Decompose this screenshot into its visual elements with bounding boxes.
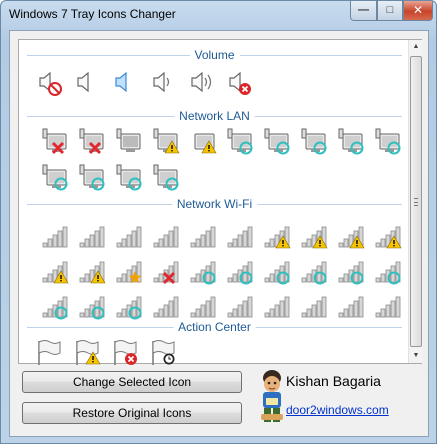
scroll-thumb[interactable] — [410, 56, 422, 347]
section-lan: Network LAN — [27, 109, 402, 123]
wifi-icon[interactable] — [335, 291, 365, 321]
wifi-icon[interactable] — [76, 221, 106, 251]
wifi-warning-icon[interactable] — [39, 256, 69, 286]
wifi-warning-icon[interactable] — [76, 256, 106, 286]
flag-warning-icon[interactable] — [71, 337, 101, 367]
wifi-busy-icon[interactable] — [39, 291, 69, 321]
author-mascot-icon — [261, 370, 283, 422]
wifi-star-icon[interactable] — [113, 256, 143, 286]
lan-busy-icon[interactable] — [76, 162, 106, 192]
wifi-busy-icon[interactable] — [113, 291, 143, 321]
wifi-icon[interactable] — [298, 291, 328, 321]
flag-icon[interactable] — [33, 337, 63, 367]
wifi-busy-icon[interactable] — [372, 256, 402, 286]
lan-error-icon[interactable] — [76, 126, 106, 156]
wifi-icon[interactable] — [224, 291, 254, 321]
speaker-selected-icon[interactable] — [109, 67, 139, 97]
wifi-busy-icon[interactable] — [76, 291, 106, 321]
window-title: Windows 7 Tray Icons Changer — [9, 7, 176, 21]
wifi-icon[interactable] — [39, 221, 69, 251]
wifi-warning-icon[interactable] — [298, 221, 328, 251]
maximize-icon: □ — [386, 4, 394, 16]
maximize-button[interactable]: □ — [377, 1, 403, 21]
close-button[interactable]: ✕ — [403, 1, 433, 21]
wifi-icon[interactable] — [224, 221, 254, 251]
speaker-muted-icon[interactable] — [33, 67, 63, 97]
wifi-warning-icon[interactable] — [372, 221, 402, 251]
grip-icon — [414, 198, 418, 206]
section-wifi-label: Network Wi-Fi — [171, 197, 258, 211]
lan-busy-icon[interactable] — [150, 162, 180, 192]
author-website-link[interactable]: door2windows.com — [286, 403, 389, 417]
section-volume: Volume — [27, 48, 402, 62]
lan-busy-icon[interactable] — [261, 126, 291, 156]
wifi-busy-icon[interactable] — [224, 256, 254, 286]
wifi-icon[interactable] — [372, 291, 402, 321]
lan-error-icon[interactable] — [39, 126, 69, 156]
section-action-label: Action Center — [173, 320, 256, 334]
lan-off-icon[interactable] — [113, 126, 143, 156]
wifi-icon[interactable] — [187, 221, 217, 251]
section-volume-label: Volume — [189, 48, 240, 62]
lan-busy-icon[interactable] — [298, 126, 328, 156]
section-wifi: Network Wi-Fi — [27, 197, 402, 211]
wifi-warning-icon[interactable] — [261, 221, 291, 251]
wifi-icon[interactable] — [261, 291, 291, 321]
title-bar[interactable]: Windows 7 Tray Icons Changer — □ ✕ — [1, 1, 436, 29]
wifi-busy-icon[interactable] — [261, 256, 291, 286]
change-selected-icon-button[interactable]: Change Selected Icon — [22, 371, 242, 393]
scroll-down-arrow-icon[interactable]: ▼ — [409, 349, 423, 363]
author-name: Kishan Bagaria — [286, 373, 381, 389]
lan-busy-icon[interactable] — [224, 126, 254, 156]
wifi-icon[interactable] — [150, 221, 180, 251]
client-area: Volume Network LAN Network Wi-Fi Action … — [9, 30, 429, 437]
flag-busy-icon[interactable] — [147, 337, 177, 367]
section-action: Action Center — [27, 320, 402, 334]
wifi-busy-icon[interactable] — [298, 256, 328, 286]
minimize-button[interactable]: — — [350, 1, 377, 21]
vertical-scrollbar[interactable]: ▲ ▼ — [408, 40, 422, 363]
speaker-high-icon[interactable] — [185, 67, 215, 97]
wifi-busy-icon[interactable] — [335, 256, 365, 286]
speaker-low-icon[interactable] — [147, 67, 177, 97]
wifi-error-icon[interactable] — [150, 256, 180, 286]
wifi-icon[interactable] — [113, 221, 143, 251]
wifi-icon[interactable] — [187, 291, 217, 321]
speaker-icon[interactable] — [71, 67, 101, 97]
lan-warning-plain-icon[interactable] — [187, 126, 217, 156]
wifi-busy-icon[interactable] — [187, 256, 217, 286]
lan-busy-icon[interactable] — [113, 162, 143, 192]
lan-busy-icon[interactable] — [39, 162, 69, 192]
lan-busy-icon[interactable] — [372, 126, 402, 156]
lan-warning-icon[interactable] — [150, 126, 180, 156]
app-window: Windows 7 Tray Icons Changer — □ ✕ Volum… — [0, 0, 437, 444]
speaker-error-icon[interactable] — [223, 67, 253, 97]
wifi-icon[interactable] — [150, 291, 180, 321]
close-icon: ✕ — [412, 3, 424, 17]
icon-list-panel[interactable]: Volume Network LAN Network Wi-Fi Action … — [18, 39, 422, 367]
restore-original-icons-button[interactable]: Restore Original Icons — [22, 402, 242, 424]
scroll-up-arrow-icon[interactable]: ▲ — [409, 40, 423, 54]
flag-error-icon[interactable] — [109, 337, 139, 367]
minimize-icon: — — [358, 4, 369, 16]
wifi-warning-icon[interactable] — [335, 221, 365, 251]
lan-busy-icon[interactable] — [335, 126, 365, 156]
section-lan-label: Network LAN — [174, 109, 255, 123]
